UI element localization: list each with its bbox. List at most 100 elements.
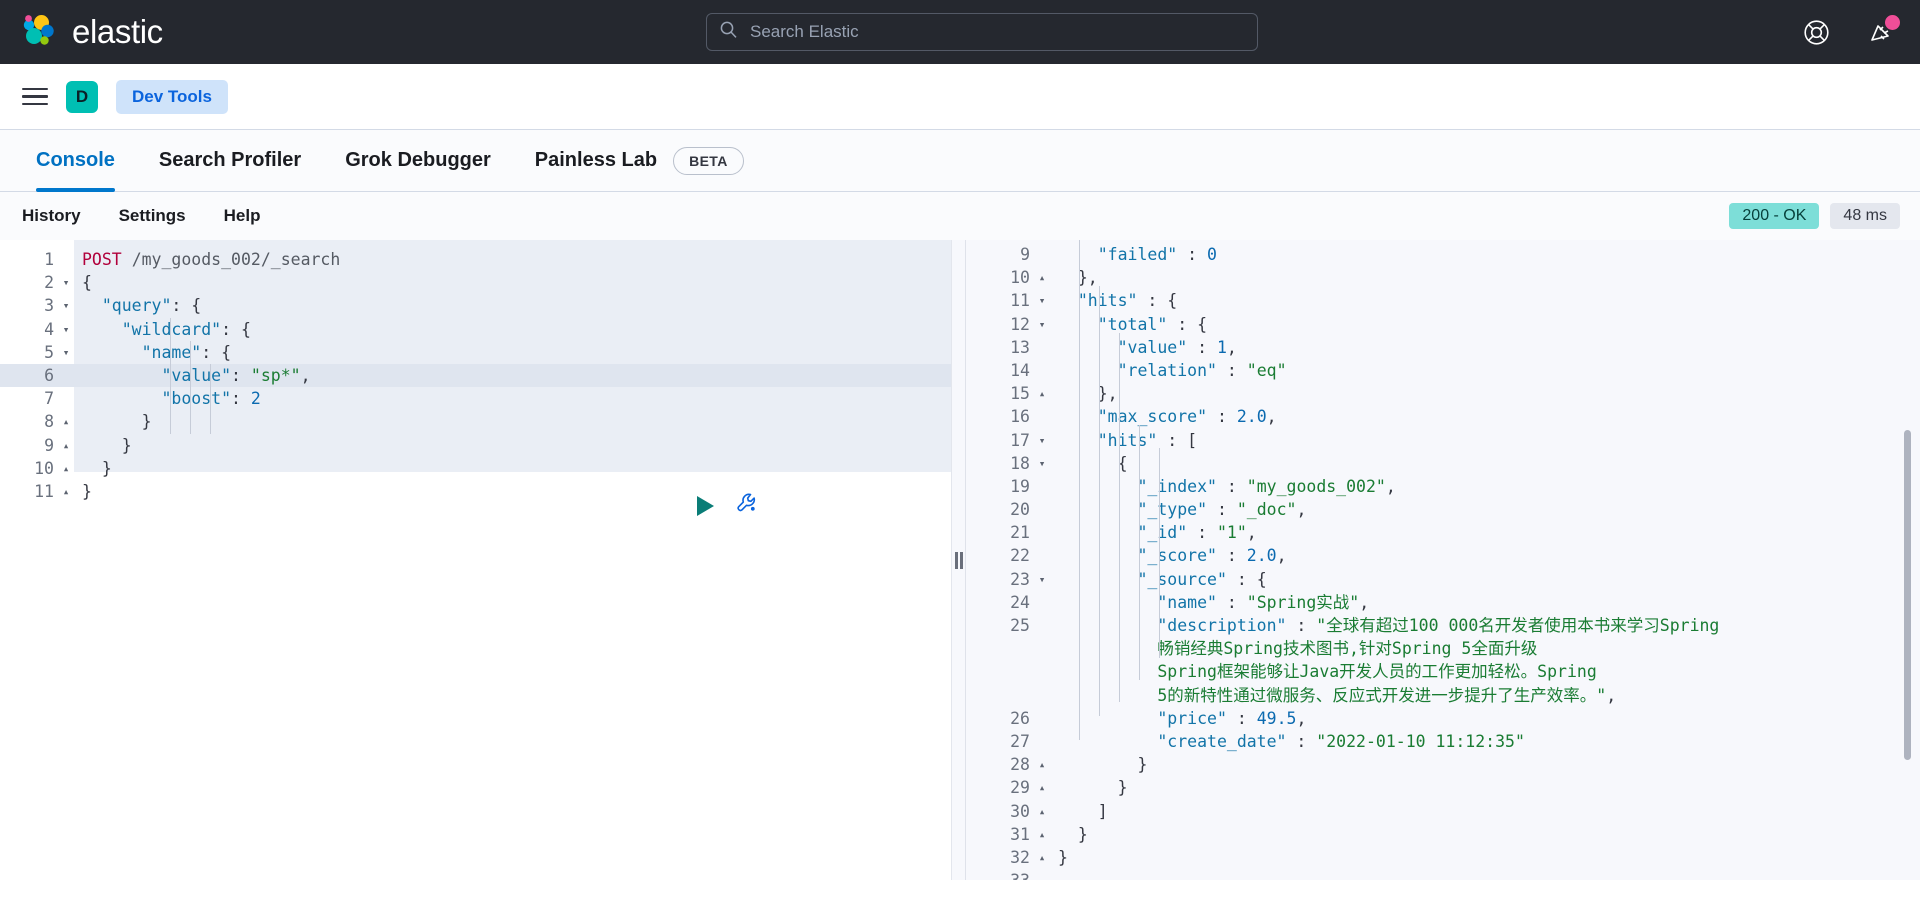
code-line: 4 ▾ "wildcard": { [0,318,951,341]
fold-toggle-icon[interactable]: ▾ [58,318,74,341]
code-text: "_source" : { [1050,568,1266,591]
code-text: }, [1050,266,1098,289]
line-number: 6 [44,365,54,385]
code-text: "query": { [74,294,201,317]
code-line: 9 ▴ } [0,434,951,457]
token-key: "wildcard" [121,319,222,339]
breadcrumb-dev-tools[interactable]: Dev Tools [116,79,228,114]
tab-grok-debugger[interactable]: Grok Debugger [323,130,513,192]
help-lifebuoy-icon[interactable] [1803,19,1830,46]
token-punct: } [1077,824,1088,844]
code-text: "hits" : { [1050,289,1177,312]
code-line: 10 ▴ } [0,457,951,480]
token-punct: , [300,365,311,385]
brand[interactable]: elastic [20,13,163,51]
tab-painless-lab[interactable]: Painless Lab BETA [513,130,766,192]
fold-toggle-icon[interactable]: ▴ [1034,800,1050,823]
token-key: "value" [1117,337,1188,357]
token-key: "_id" [1137,523,1188,543]
code-line: 14 "relation" : "eq" [966,359,1920,382]
code-line: 29 ▴ } [966,776,1920,799]
fold-toggle-icon[interactable]: ▾ [1034,289,1050,312]
space-avatar[interactable]: D [66,80,98,113]
line-number: 23 [1010,569,1030,589]
token-punct: , [1606,685,1617,705]
line-number: 15 [1010,384,1030,404]
token-punct: : [231,365,251,385]
search-placeholder: Search Elastic [750,22,859,41]
pane-splitter[interactable] [952,240,966,880]
code-text: Spring框架能够让Java开发人员的工作更加轻松。Spring [1050,660,1596,683]
fold-toggle-icon[interactable]: ▴ [1034,776,1050,799]
token-punct: , [1266,407,1277,427]
token-key: "price" [1157,708,1227,728]
code-line: 23 ▾ "_source" : { [966,568,1920,591]
code-line: 17 ▾ "hits" : [ [966,429,1920,452]
toolbar-history[interactable]: History [22,206,81,226]
code-line: Spring框架能够让Java开发人员的工作更加轻松。Spring [966,660,1920,683]
token-key: "_type" [1137,500,1208,520]
fold-toggle-icon[interactable]: ▾ [58,341,74,364]
code-text: "create_date" : "2022-01-10 11:12:35" [1050,730,1525,753]
fold-toggle-icon[interactable]: ▴ [58,457,74,480]
fold-toggle-icon[interactable]: ▴ [58,410,74,433]
response-pane[interactable]: 9 "failed" : 0 10 ▴ }, 11 ▾ "hits" : {12 ▾ "t… [966,240,1920,880]
fold-toggle-icon[interactable]: ▴ [1034,823,1050,846]
code-line: 21 "_id" : "1", [966,521,1920,544]
line-number: 25 [1010,616,1030,635]
fold-toggle-icon[interactable]: ▴ [1034,846,1050,869]
token-punct: , [1246,523,1257,543]
fold-toggle-icon[interactable]: ▾ [1034,313,1050,336]
code-text: "max_score" : 2.0, [1050,405,1277,428]
line-number: 31 [1010,824,1030,844]
code-text: ] [1050,800,1108,823]
fold-toggle-icon[interactable]: ▾ [1034,568,1050,591]
toolbar-help[interactable]: Help [224,206,261,226]
token-str: "Spring实战" [1246,592,1360,612]
line-number: 11 [1010,291,1030,311]
fold-toggle-icon[interactable]: ▴ [58,480,74,503]
beta-badge: BETA [673,146,744,175]
news-megaphone-icon[interactable] [1868,15,1900,46]
token-key: "_index" [1137,476,1217,496]
code-text: 5的新特性通过微服务、反应式开发进一步提升了生产效率。", [1050,684,1616,707]
token-str: "_doc" [1236,500,1297,520]
token-key: "description" [1157,616,1287,635]
request-editor-pane[interactable]: 1 POST /my_goods_002/_search 2 ▾{3 ▾ "query"… [0,240,952,880]
play-send-request-icon[interactable] [697,496,714,516]
line-number: 22 [1010,546,1030,566]
fold-toggle-icon[interactable]: ▾ [1034,429,1050,452]
token-key: "_source" [1137,569,1227,589]
global-search-input[interactable]: Search Elastic [706,13,1258,51]
code-line: 7 "boost": 2 [0,387,951,410]
tab-search-profiler[interactable]: Search Profiler [137,130,323,192]
fold-toggle-icon[interactable]: ▴ [1034,382,1050,405]
fold-toggle-icon[interactable]: ▾ [58,294,74,317]
line-number: 16 [1010,407,1030,427]
fold-toggle-icon[interactable]: ▴ [1034,753,1050,776]
code-line: 11 ▾ "hits" : { [966,289,1920,312]
token-punct: } [1117,778,1128,798]
tab-label: Grok Debugger [345,149,491,171]
token-punct: : [231,389,251,409]
wrench-icon[interactable] [736,492,759,520]
token-str: "全球有超过100 000名开发者使用本书来学习Spring [1316,616,1720,635]
console-toolbar: History Settings Help 200 - OK 48 ms [0,192,1920,240]
line-number: 28 [1010,755,1030,775]
fold-toggle-icon[interactable]: ▾ [1034,452,1050,475]
duration-badge: 48 ms [1830,203,1900,229]
token-num: 0 [1207,245,1217,264]
hamburger-menu-icon[interactable] [22,83,48,111]
tab-console[interactable]: Console [14,130,137,192]
fold-toggle-icon[interactable]: ▴ [58,434,74,457]
fold-toggle-icon[interactable]: ▾ [58,271,74,294]
line-number: 29 [1010,778,1030,798]
request-code[interactable]: 1 POST /my_goods_002/_search 2 ▾{3 ▾ "query"… [0,240,951,503]
toolbar-settings[interactable]: Settings [119,206,186,226]
line-number: 10 [34,458,54,478]
response-scrollbar[interactable] [1904,430,1911,760]
token-punct: , [1359,592,1370,612]
code-line: 11 ▴} [0,480,951,503]
code-text: } [1050,823,1088,846]
fold-toggle-icon[interactable]: ▴ [1034,266,1050,289]
